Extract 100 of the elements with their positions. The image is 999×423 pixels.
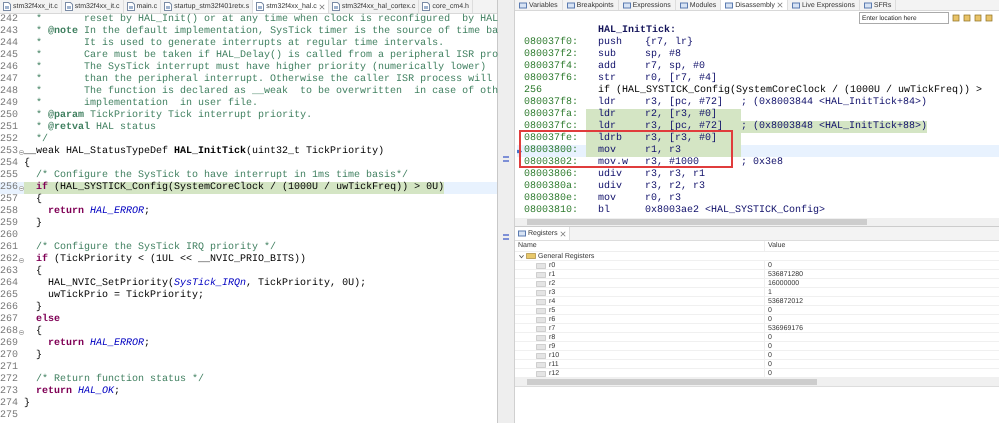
horizontal-scrollbar[interactable]	[515, 378, 999, 386]
code-line: {	[35, 194, 42, 206]
horizontal-scrollbar[interactable]	[515, 218, 999, 226]
line-number: 250	[0, 110, 18, 122]
file-icon	[164, 2, 172, 11]
line-number: 258	[0, 206, 18, 218]
code-line: return HAL_ERROR;	[47, 338, 150, 350]
file-icon	[332, 2, 340, 11]
view-icon	[566, 0, 575, 10]
code-line: }	[35, 302, 42, 314]
code-line: * @param TickPriority Tick interrupt priority.	[35, 110, 312, 122]
file-icon	[256, 2, 264, 11]
view-icon	[792, 0, 800, 10]
code-line: HAL_NVIC_SetPriority(SysTick_IRQn, TickPriority, 0U);	[47, 278, 366, 290]
code-line: __weak HAL_StatusTypeDef HAL_InitTick(uint32_t TickPriority)	[24, 146, 384, 158]
line-number: 248	[0, 86, 18, 98]
line-number: 264	[0, 278, 18, 290]
instruction: push {r7, lr}	[597, 37, 694, 48]
chevron-icon[interactable]	[519, 254, 524, 258]
minimized-view-icon[interactable]	[502, 155, 510, 163]
code-line: {	[24, 158, 30, 170]
address: 080037fc:	[524, 121, 580, 132]
instruction: mov.w r3, #1000 ; 0x3e8	[597, 157, 784, 168]
code-line: if (TickPriority < (1UL << __NVIC_PRIO_BITS))	[35, 254, 306, 266]
code-line: else	[35, 314, 60, 326]
line-number: 255	[0, 170, 18, 182]
instruction: mov r0, r3	[597, 193, 682, 204]
address: 080037f0:	[524, 37, 580, 48]
close-icon[interactable]	[776, 2, 783, 8]
close-icon[interactable]	[318, 4, 325, 10]
minimized-view-icon[interactable]	[502, 233, 510, 241]
fold-icon[interactable]	[18, 150, 24, 154]
line-number: 242	[0, 14, 18, 26]
line-number: 244	[0, 38, 18, 50]
code-line: * It is used to generate interrupts at regular time intervals.	[35, 38, 444, 50]
line-number: 261	[0, 242, 18, 254]
code-line: uwTickPrio = TickPriority;	[47, 290, 204, 302]
line-number: 260	[0, 230, 18, 242]
line-number: 263	[0, 266, 18, 278]
code-line: }	[24, 398, 30, 410]
source-line-number: 256	[524, 85, 544, 96]
line-number: 249	[0, 98, 18, 110]
fold-icon[interactable]	[18, 258, 24, 262]
line-number: 267	[0, 314, 18, 326]
instruction: ldr r3, [pc, #72] ; (0x8003848 <HAL_InitTick+88>)	[586, 121, 928, 133]
instruction: str r0, [r7, #4]	[597, 73, 718, 84]
code-line: /* Configure the SysTick to have interrupt in 1ms time basis*/	[35, 170, 408, 182]
instruction: udiv r3, r3, r1	[597, 169, 706, 180]
line-number: 271	[0, 362, 18, 374]
code-line: * The function is declared as __weak to be overwritten in case of oth	[35, 86, 498, 98]
view-icon	[680, 0, 688, 10]
line-number: 265	[0, 290, 18, 302]
register-group-icon	[526, 253, 536, 259]
file-icon	[64, 2, 73, 11]
code-line: * @retval HAL status	[35, 122, 156, 134]
line-number: 274	[0, 398, 18, 410]
view-icon	[725, 0, 734, 10]
code-line: * Care must be taken if HAL_Delay() is called from a peripheral ISR pro	[35, 50, 498, 62]
view-icon	[518, 229, 526, 238]
address: 080037fa:	[524, 109, 580, 120]
line-number: 254	[0, 158, 18, 170]
code-line: return HAL_OK;	[35, 386, 120, 398]
address: 08003806:	[524, 169, 580, 181]
view-icon	[519, 0, 527, 10]
code-line: */	[35, 134, 48, 146]
line-number: 251	[0, 122, 18, 134]
code-line: }	[35, 350, 42, 362]
fold-icon[interactable]	[18, 186, 24, 190]
line-number: 257	[0, 194, 18, 206]
file-icon	[126, 2, 134, 11]
view-icon	[622, 0, 631, 10]
address: 080037f6:	[524, 73, 580, 85]
code-line: /* Configure the SysTick IRQ priority */	[35, 242, 276, 254]
line-number: 275	[0, 410, 18, 422]
code-line: }	[35, 218, 42, 230]
line-number: 259	[0, 218, 18, 230]
address: 08003810:	[524, 205, 580, 217]
close-icon[interactable]	[560, 230, 566, 236]
line-number: 245	[0, 50, 18, 62]
address: 0800380e:	[524, 193, 580, 205]
address: 0800380a:	[524, 181, 580, 193]
instruction: udiv r3, r2, r3	[597, 181, 706, 193]
fold-icon[interactable]	[18, 330, 24, 334]
address: 08003800:	[524, 145, 580, 157]
address: 080037f4:	[524, 61, 580, 72]
line-number: 266	[0, 302, 18, 314]
code-line: * implementation in user file.	[35, 98, 258, 110]
line-number: 268	[0, 326, 18, 338]
instruction: mov r1, r3	[586, 145, 741, 157]
address: 080037fe:	[524, 133, 580, 145]
instruction: sub sp, #8	[597, 49, 682, 60]
code-line: {	[35, 326, 42, 338]
code-line: * reset by HAL_Init() or at any time when clock is reconfigured by HAL	[35, 14, 498, 26]
file-icon	[422, 2, 430, 11]
line-number: 273	[0, 386, 18, 398]
code-line: * @note In the default implementation, SysTick timer is the source of time ba	[35, 26, 498, 38]
instruction: ldrb r3, [r3, #0]	[586, 133, 741, 145]
line-number: 246	[0, 62, 18, 74]
line-number: 272	[0, 374, 18, 386]
line-number: 256	[0, 182, 18, 194]
